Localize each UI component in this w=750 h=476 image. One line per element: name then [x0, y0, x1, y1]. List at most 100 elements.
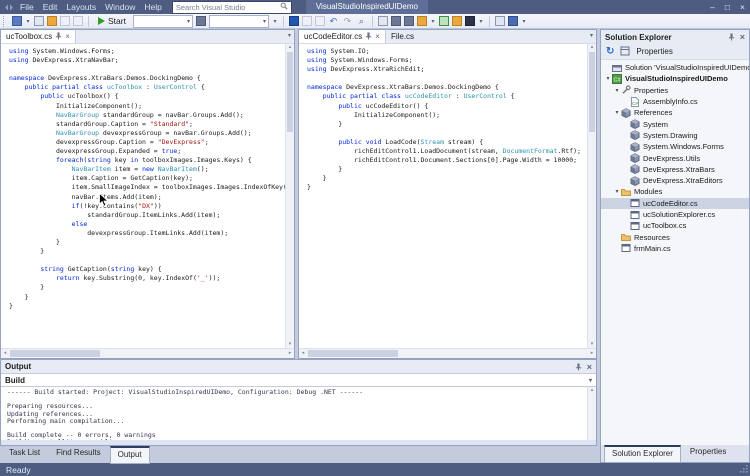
expander-icon[interactable]: ▾ [613, 188, 621, 195]
tab-ucToolbox.cs[interactable]: ucToolbox.cs× [1, 30, 76, 43]
scroll-right-icon[interactable]: ▸ [286, 350, 294, 357]
maximize-button[interactable]: □ [720, 0, 735, 14]
tree-item-resources[interactable]: Resources [601, 231, 749, 242]
chevron-down-icon[interactable]: ▾ [288, 30, 294, 43]
scroll-left-icon[interactable]: ◂ [299, 350, 307, 357]
platform-combo[interactable]: ▾ [209, 15, 269, 28]
new-window-icon[interactable] [378, 16, 388, 26]
refresh-icon[interactable]: ↻ [606, 46, 614, 57]
close-button[interactable]: × [735, 0, 750, 14]
expander-icon[interactable]: ▾ [613, 87, 621, 94]
tree-item-frmmain-cs[interactable]: frmMain.cs [601, 243, 749, 254]
scroll-up-icon[interactable]: ▴ [591, 44, 594, 51]
tool-tab-task-list[interactable]: Task List [2, 446, 47, 461]
open-folder-icon[interactable] [47, 16, 57, 26]
horizontal-scrollbar[interactable]: ◂ ▸ [299, 348, 596, 358]
expander-icon[interactable]: ▾ [613, 109, 621, 116]
tree-item-system[interactable]: System [601, 118, 749, 129]
vertical-scrollbar[interactable]: ▴ ▾ [587, 44, 596, 348]
code-area[interactable]: using System.IO;using System.Windows.For… [299, 44, 587, 348]
close-icon[interactable]: × [375, 33, 380, 41]
pin-icon[interactable] [55, 32, 62, 42]
tab-File.cs[interactable]: File.cs [386, 30, 419, 43]
scroll-right-icon[interactable]: ▸ [588, 350, 596, 357]
tools-dropdown[interactable]: ▾ [430, 18, 436, 25]
minimize-button[interactable]: – [705, 0, 720, 14]
tool-tab-find-results[interactable]: Find Results [49, 446, 107, 461]
scroll-up-icon[interactable]: ▴ [289, 44, 292, 51]
tree-item-properties[interactable]: ▾Properties [601, 85, 749, 96]
output-log[interactable]: ------ Build started: Project: VisualStu… [1, 387, 587, 440]
pin-icon[interactable] [575, 363, 582, 371]
attach-process-icon[interactable] [196, 16, 206, 26]
navigate-back-icon[interactable] [302, 16, 312, 26]
scroll-left-icon[interactable]: ◂ [1, 350, 9, 357]
menu-item-help[interactable]: Help [144, 2, 161, 12]
tree-item-uccodeeditor-cs[interactable]: ucCodeEditor.cs [601, 198, 749, 209]
platform-dropdown[interactable]: ▾ [272, 18, 278, 25]
chevron-down-icon[interactable]: ▾ [590, 30, 596, 43]
sidebar-tab-solution-explorer[interactable]: Solution Explorer [604, 445, 681, 463]
menu-item-file[interactable]: File [20, 2, 34, 12]
navigate-forward-icon[interactable] [315, 16, 325, 26]
redo-icon[interactable]: ↷ [342, 16, 353, 26]
resize-grip[interactable] [740, 465, 748, 475]
vertical-scrollbar[interactable]: ▴ ▾ [285, 44, 294, 348]
tab-ucCodeEditor.cs[interactable]: ucCodeEditor.cs× [299, 30, 386, 43]
new-item-icon[interactable] [12, 16, 22, 26]
close-icon[interactable]: × [740, 32, 745, 42]
menu-item-edit[interactable]: Edit [43, 2, 58, 12]
code-area[interactable]: using System.Windows.Forms;using DevExpr… [1, 44, 285, 348]
menu-item-layouts[interactable]: Layouts [66, 2, 96, 12]
save-icon[interactable] [289, 16, 299, 26]
pin-icon[interactable] [365, 32, 372, 42]
properties-button[interactable]: Properties [636, 47, 672, 56]
new-item-dropdown[interactable]: ▾ [25, 18, 31, 25]
theme-dropdown[interactable]: ▾ [478, 18, 484, 25]
output-source-combo[interactable]: Build ▾ [1, 373, 596, 387]
scrollbar-thumb[interactable] [287, 52, 293, 132]
search-input[interactable]: Search Visual Studio [172, 1, 292, 14]
tree-item-ucsolutionexplorer-cs[interactable]: ucSolutionExplorer.cs [601, 209, 749, 220]
close-icon[interactable]: × [587, 362, 592, 372]
scroll-down-icon[interactable]: ▾ [289, 341, 292, 348]
scroll-down-icon[interactable]: ▾ [591, 341, 594, 348]
sidebar-tab-properties[interactable]: Properties [683, 445, 733, 460]
float-panel-icon[interactable] [495, 16, 505, 26]
scroll-up-icon[interactable]: ▴ [591, 387, 594, 394]
pan-hand-icon[interactable] [417, 16, 427, 26]
search-code-icon[interactable] [452, 16, 462, 26]
tree-item-uctoolbox-cs[interactable]: ucToolbox.cs [601, 220, 749, 231]
find-icon[interactable]: ⌕ [356, 16, 367, 26]
tree-item-solution-visualstudioinspireduidemo-1-project-[interactable]: Solution 'VisualStudioInspiredUIDemo' (1… [601, 62, 749, 73]
start-button[interactable]: Start [94, 16, 130, 26]
horizontal-scrollbar[interactable]: ◂ ▸ [1, 348, 294, 358]
expander-icon[interactable]: ▾ [604, 75, 612, 82]
close-icon[interactable]: × [65, 33, 70, 41]
properties-window-icon[interactable] [620, 46, 630, 58]
tree-item-devexpress-xtrabars[interactable]: DevExpress.XtraBars [601, 164, 749, 175]
scrollbar-thumb[interactable] [308, 350, 398, 357]
tree-item-references[interactable]: ▾References [601, 107, 749, 118]
save-all-icon[interactable] [60, 16, 70, 26]
vertical-scrollbar[interactable]: ▴ [587, 387, 596, 440]
panel-dropdown[interactable]: ▾ [521, 18, 527, 25]
briefcase-icon[interactable] [404, 16, 414, 26]
menu-item-window[interactable]: Window [105, 2, 135, 12]
tree-item-system-windows-forms[interactable]: System.Windows.Forms [601, 141, 749, 152]
configuration-combo[interactable]: ▾ [133, 15, 193, 28]
wrench-icon[interactable] [391, 16, 401, 26]
tree-item-system-drawing[interactable]: System.Drawing [601, 130, 749, 141]
start-debug-icon[interactable] [439, 16, 449, 26]
scrollbar-thumb[interactable] [10, 350, 100, 357]
tree-item-assemblyinfo-cs[interactable]: C#AssemblyInfo.cs [601, 96, 749, 107]
dock-panel-icon[interactable] [508, 16, 518, 26]
link-icon[interactable] [73, 16, 83, 26]
theme-contrast-icon[interactable] [465, 16, 475, 26]
undo-icon[interactable]: ↶ [328, 16, 339, 26]
scrollbar-thumb[interactable] [589, 52, 595, 132]
tree-item-devexpress-xtraeditors[interactable]: DevExpress.XtraEditors [601, 175, 749, 186]
tree-item-modules[interactable]: ▾Modules [601, 186, 749, 197]
pin-icon[interactable] [728, 33, 735, 41]
tree-item-visualstudioinspireduidemo[interactable]: ▾C#VisualStudioInspiredUIDemo [601, 73, 749, 84]
